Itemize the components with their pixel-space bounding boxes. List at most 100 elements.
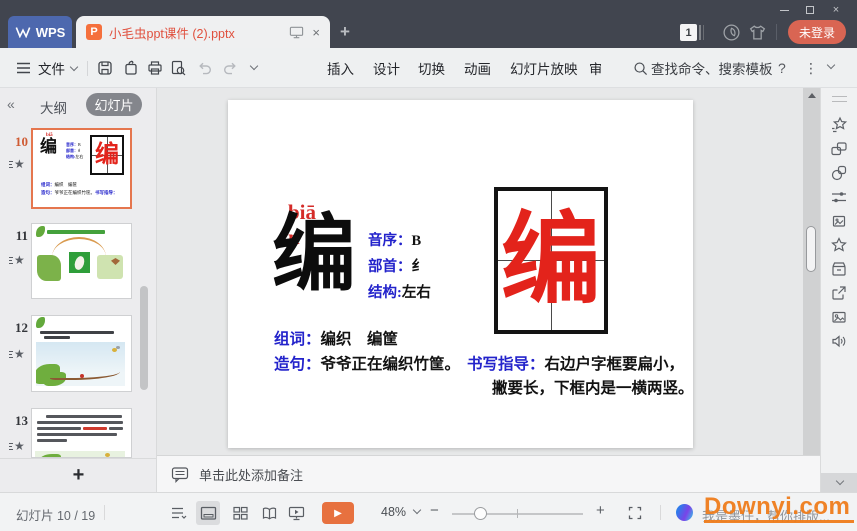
slide-thumbnail-11[interactable] <box>31 223 132 299</box>
add-slide-button[interactable]: + <box>0 458 157 492</box>
close-document-icon[interactable]: × <box>312 25 320 40</box>
skin-tshirt-icon[interactable] <box>748 23 767 42</box>
animation-effects-icon[interactable] <box>830 116 848 134</box>
resource-box-icon[interactable] <box>830 260 848 278</box>
login-button[interactable]: 未登录 <box>788 20 846 44</box>
audio-speaker-icon[interactable] <box>830 332 848 350</box>
slide-canvas[interactable]: biā n 编 音序：B 部首：纟 结构:左右 编 组词：编织 编筐 造句：爷爷… <box>228 100 693 448</box>
notes-bubble-icon <box>171 466 189 483</box>
ai-assistant-icon[interactable] <box>676 504 693 521</box>
zoom-slider-knob[interactable] <box>474 507 487 520</box>
document-tab[interactable]: P 小毛虫ppt课件 (2).pptx × <box>76 16 330 48</box>
ribbon-tab-design[interactable]: 设计 <box>373 48 400 88</box>
quick-access-caret-icon[interactable] <box>250 62 258 70</box>
slideshow-view-button[interactable] <box>284 501 308 525</box>
slide-number-10: 10 <box>4 134 28 150</box>
favorites-star-icon[interactable] <box>830 236 848 254</box>
scroll-up-icon[interactable] <box>808 93 816 98</box>
thumbnail-title-text <box>47 230 105 234</box>
mini-character-grid: 编 <box>90 135 124 175</box>
cocoon-image <box>69 252 90 273</box>
maximize-button[interactable] <box>797 2 823 18</box>
share-icon[interactable] <box>830 284 848 302</box>
animation-star-icon[interactable]: ★ <box>9 440 31 452</box>
ribbon-tab-transitions[interactable]: 切换 <box>418 48 445 88</box>
ribbon-tab-insert[interactable]: 插入 <box>327 48 354 88</box>
rail-scroll-down-button[interactable] <box>821 473 857 492</box>
redo-icon[interactable] <box>222 61 238 75</box>
slide-sorter-view-button[interactable] <box>228 501 252 525</box>
notes-toggle-icon[interactable] <box>170 504 188 522</box>
print-icon[interactable] <box>147 60 163 76</box>
ribbon-tab-review-clipped[interactable]: 审 <box>589 48 601 88</box>
shape-tool-icon[interactable] <box>830 164 848 182</box>
thumbnail-highlight-text <box>83 427 107 430</box>
leaf-scene-image <box>35 451 125 458</box>
properties-sliders-icon[interactable] <box>830 188 848 206</box>
panel-scrollbar-thumb[interactable] <box>140 286 148 390</box>
file-menu-caret-icon <box>70 62 78 70</box>
help-icon[interactable]: ? <box>778 48 786 88</box>
wps-logo-button[interactable]: WPS <box>8 16 72 48</box>
undo-icon[interactable] <box>197 61 213 75</box>
notes-bar[interactable]: 单击此处添加备注 <box>157 455 820 492</box>
zoom-slider-center-tick <box>517 509 518 518</box>
minimize-button[interactable] <box>771 2 797 18</box>
animation-star-icon[interactable]: ★ <box>9 158 31 170</box>
main-menu-button[interactable]: 文件 <box>16 48 77 88</box>
tab-slides[interactable]: 幻灯片 <box>86 93 142 116</box>
new-tab-button[interactable]: + <box>340 22 350 42</box>
thumbnail-text-line <box>46 415 122 418</box>
thumbnail-text-line <box>37 433 117 436</box>
zoom-out-button[interactable]: − <box>430 502 439 519</box>
main-character: 编 <box>272 212 356 300</box>
thumbnail-text-line <box>109 427 123 430</box>
right-toolbar-rail <box>820 88 857 492</box>
thumbnail-text-line <box>37 421 123 424</box>
normal-view-button[interactable] <box>196 501 220 525</box>
titlebar-divider <box>776 24 777 40</box>
leaf-graphic <box>36 317 45 328</box>
slide-thumbnail-13[interactable] <box>31 408 132 458</box>
present-monitor-icon[interactable] <box>289 25 304 40</box>
canvas-scrollbar-thumb[interactable] <box>806 226 816 272</box>
thumbnail-text-line <box>37 439 67 442</box>
butterfly-image <box>97 255 123 279</box>
zoom-in-button[interactable]: + <box>596 502 605 519</box>
print-preview-icon[interactable] <box>170 60 186 76</box>
slide-thumbnail-12[interactable] <box>31 315 132 392</box>
energy-leaf-icon[interactable] <box>722 23 741 42</box>
fit-to-window-icon[interactable] <box>626 504 644 522</box>
slide-layout-icon[interactable] <box>830 212 848 230</box>
zoom-caret-icon[interactable] <box>413 506 421 514</box>
reading-view-button[interactable] <box>257 501 281 525</box>
notes-placeholder[interactable]: 单击此处添加备注 <box>199 465 303 484</box>
export-icon[interactable] <box>123 60 139 76</box>
document-count-badge[interactable]: 1 <box>680 24 697 41</box>
animation-star-icon[interactable]: ★ <box>9 348 31 360</box>
thumbnail-text-line <box>37 427 81 430</box>
more-options-icon[interactable]: ⋮ <box>804 48 818 88</box>
close-window-button[interactable]: × <box>823 2 849 18</box>
zoom-level-value[interactable]: 48% <box>381 505 406 519</box>
wps-presentation-window: × WPS P 小毛虫ppt课件 (2).pptx × + 1 未登录 文件 <box>0 0 857 531</box>
ribbon-tab-slideshow[interactable]: 幻灯片放映 <box>510 48 578 88</box>
save-icon[interactable] <box>97 60 113 76</box>
rail-drag-handle[interactable] <box>832 96 847 102</box>
collapse-panel-icon[interactable]: « <box>7 96 15 112</box>
transition-shapes-icon[interactable] <box>830 140 848 158</box>
writing-guide-line1: 书写指导：右边户字框要扁小， <box>467 352 684 374</box>
animation-star-icon[interactable]: ★ <box>9 254 31 266</box>
play-slideshow-button[interactable]: ▶ <box>322 502 354 524</box>
character-grid: 编 <box>494 187 608 334</box>
search-command-field[interactable]: 查找命令、搜索模板 <box>651 48 773 88</box>
tab-outline[interactable]: 大纲 <box>40 97 67 117</box>
image-icon[interactable] <box>830 308 848 326</box>
ribbon-tab-animation[interactable]: 动画 <box>464 48 491 88</box>
canvas-scrollbar[interactable] <box>803 88 820 455</box>
writing-guide-line2: 撇要长，下框内是一横两竖。 <box>492 376 694 398</box>
collapse-ribbon-icon[interactable] <box>827 61 835 69</box>
toolbar-divider <box>87 61 88 76</box>
slide-thumbnail-10[interactable]: biā 编 音序：B 部首：纟 结构:左右 编 组词：编织 编筐 造句：爷爷正在… <box>31 128 132 209</box>
caterpillar-image <box>37 255 61 281</box>
